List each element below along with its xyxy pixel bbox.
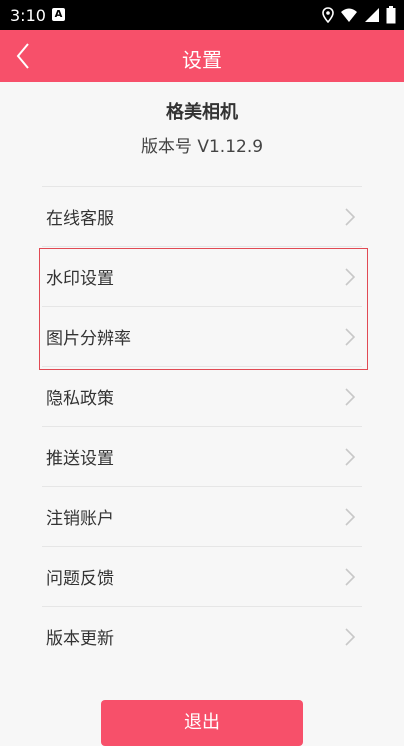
chevron-right-icon — [345, 268, 356, 286]
status-icons — [322, 6, 396, 24]
menu-item-feedback[interactable]: 问题反馈 — [42, 546, 362, 606]
page-title: 设置 — [182, 48, 222, 72]
chevron-right-icon — [345, 208, 356, 226]
notification-badge: A — [52, 8, 65, 21]
menu-item-label: 问题反馈 — [46, 569, 114, 589]
menu-item-label: 版本更新 — [46, 629, 114, 649]
signal-icon — [365, 8, 379, 22]
battery-icon — [386, 6, 396, 24]
chevron-right-icon — [345, 508, 356, 526]
menu-item-privacy-policy[interactable]: 隐私政策 — [42, 366, 362, 426]
menu-item-label: 推送设置 — [46, 449, 114, 469]
menu-item-label: 水印设置 — [46, 269, 114, 289]
menu-item-version-update[interactable]: 版本更新 — [42, 606, 362, 666]
menu-item-label: 图片分辨率 — [46, 329, 131, 349]
menu-item-image-resolution[interactable]: 图片分辨率 — [42, 306, 362, 366]
chevron-right-icon — [345, 448, 356, 466]
menu-item-label: 在线客服 — [46, 209, 114, 229]
chevron-right-icon — [345, 628, 356, 646]
chevron-right-icon — [345, 328, 356, 346]
menu-item-delete-account[interactable]: 注销账户 — [42, 486, 362, 546]
menu-item-push-settings[interactable]: 推送设置 — [42, 426, 362, 486]
logout-button[interactable]: 退出 — [101, 700, 303, 746]
settings-menu: 在线客服 水印设置 图片分辨率 隐私政策 推送设置 注销账户 问题反馈 版本更新 — [42, 186, 362, 666]
menu-item-online-support[interactable]: 在线客服 — [42, 186, 362, 246]
title-bar: 设置 — [0, 30, 404, 82]
chevron-right-icon — [345, 568, 356, 586]
menu-item-watermark-settings[interactable]: 水印设置 — [42, 246, 362, 306]
app-info: 格美相机 版本号 V1.12.9 — [0, 98, 404, 157]
menu-item-label: 隐私政策 — [46, 389, 114, 409]
location-icon — [322, 7, 334, 23]
menu-item-label: 注销账户 — [46, 509, 114, 529]
status-time: 3:10 — [10, 6, 46, 25]
status-bar: 3:10 A — [0, 0, 404, 30]
app-version: 版本号 V1.12.9 — [140, 137, 264, 157]
app-name: 格美相机 — [166, 102, 238, 123]
wifi-icon — [341, 8, 357, 22]
chevron-right-icon — [345, 388, 356, 406]
